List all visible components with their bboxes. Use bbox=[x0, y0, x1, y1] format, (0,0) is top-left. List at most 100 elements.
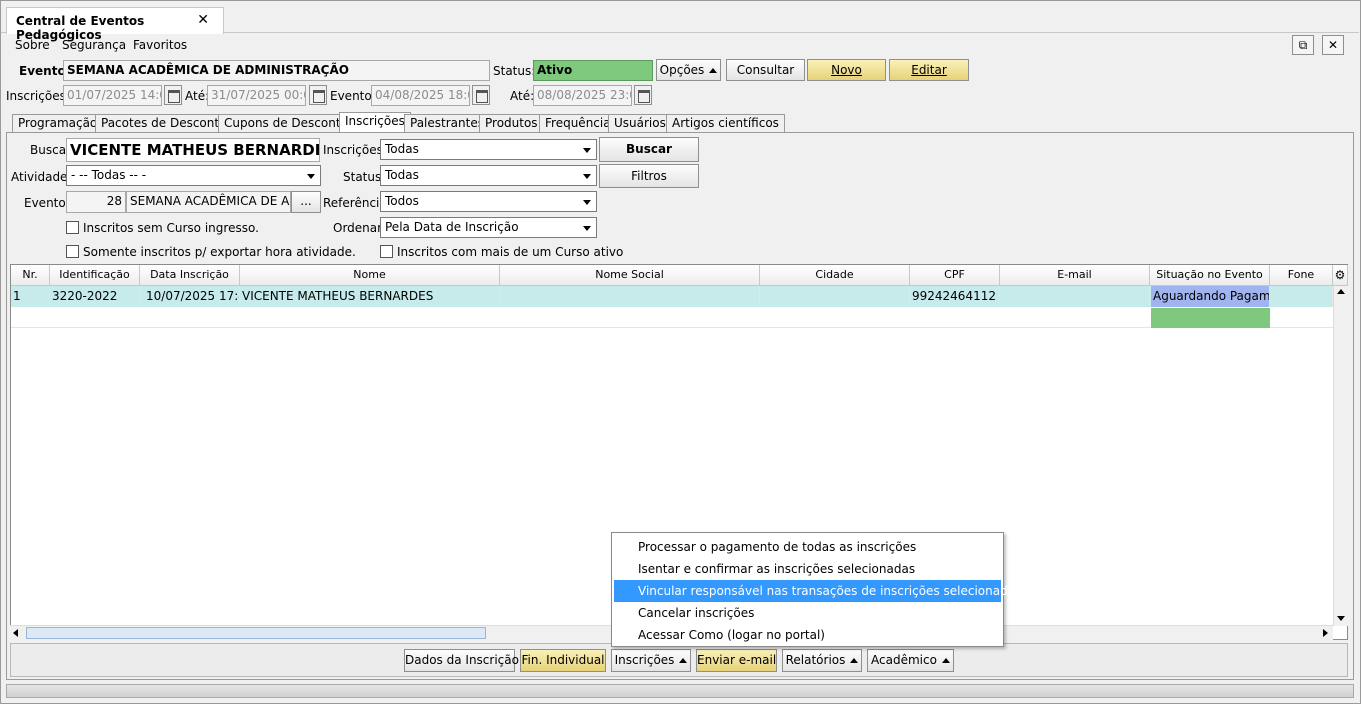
status-badge: Ativo bbox=[533, 60, 653, 81]
cell-email bbox=[1000, 286, 1150, 307]
col-nr[interactable]: Nr. bbox=[11, 265, 50, 286]
calendar-icon[interactable] bbox=[472, 85, 490, 105]
cell-nr: 1 bbox=[11, 286, 50, 307]
cell-identificacao: 3220-2022 bbox=[50, 286, 140, 307]
busca-input[interactable]: VICENTE MATHEUS BERNARDES bbox=[66, 138, 320, 162]
tab-palestrantes[interactable]: Palestrantes bbox=[404, 114, 490, 133]
ate-label: Até: bbox=[185, 89, 210, 103]
close-tab-icon[interactable]: ✕ bbox=[197, 12, 209, 28]
inscricoes-menu-button[interactable]: Inscrições bbox=[611, 649, 691, 672]
menu-item-cancelar[interactable]: Cancelar inscrições bbox=[614, 602, 1001, 624]
menu-item-isentar[interactable]: Isentar e confirmar as inscrições seleci… bbox=[614, 558, 1001, 580]
cell-nome: VICENTE MATHEUS BERNARDES bbox=[240, 286, 500, 307]
status-filter-label: Status: bbox=[343, 170, 386, 184]
inscricoes-select[interactable]: Todas bbox=[380, 139, 597, 160]
atividade-label: Atividade: bbox=[11, 170, 72, 184]
cell-fone bbox=[1270, 286, 1333, 307]
inscricoes-end-field[interactable]: 31/07/2025 00:00 bbox=[207, 85, 306, 106]
col-nome-social[interactable]: Nome Social bbox=[500, 265, 760, 286]
dados-inscricao-button[interactable]: Dados da Inscrição bbox=[404, 649, 519, 672]
col-fone[interactable]: Fone bbox=[1270, 265, 1333, 286]
tab-cupons-desconto[interactable]: Cupons de Desconto bbox=[218, 114, 354, 133]
referencia-select[interactable]: Todos bbox=[380, 191, 597, 212]
evento-name-filter-field[interactable]: SEMANA ACADÊMICA DE ADMINISTRAÇÃO bbox=[126, 191, 291, 213]
scroll-down-icon[interactable] bbox=[1337, 616, 1345, 621]
chevron-down-icon bbox=[583, 174, 591, 179]
filtros-button[interactable]: Filtros bbox=[599, 164, 699, 188]
tab-frequencia[interactable]: Frequência bbox=[539, 114, 617, 133]
status-select[interactable]: Todas bbox=[380, 165, 597, 186]
fin-individual-button[interactable]: Fin. Individual bbox=[520, 649, 606, 672]
gear-icon[interactable]: ⚙ bbox=[1333, 265, 1348, 286]
chk-exportar-label: Somente inscritos p/ exportar hora ativi… bbox=[83, 245, 356, 259]
inscricoes-menu-label: Inscrições bbox=[614, 653, 675, 667]
menu-seguranca[interactable]: Segurança bbox=[62, 38, 126, 52]
relatorios-label: Relatórios bbox=[785, 653, 846, 667]
menu-sobre[interactable]: Sobre bbox=[15, 38, 50, 52]
inscricoes-select-value: Todas bbox=[385, 142, 419, 156]
cell-situacao: Aguardando Pagam... bbox=[1151, 286, 1270, 307]
chevron-down-icon bbox=[583, 148, 591, 153]
calendar-icon[interactable] bbox=[164, 85, 182, 105]
ate-label: Até: bbox=[510, 89, 535, 103]
evento-end-field[interactable]: 08/08/2025 23:00 bbox=[533, 85, 632, 106]
evento-name-field: SEMANA ACADÊMICA DE ADMINISTRAÇÃO bbox=[63, 60, 490, 81]
scroll-right-icon[interactable] bbox=[1323, 629, 1328, 637]
menu-item-vincular[interactable]: Vincular responsável nas transações de i… bbox=[614, 580, 1021, 602]
close-window-icon[interactable]: ✕ bbox=[1322, 35, 1344, 55]
calendar-icon[interactable] bbox=[309, 85, 327, 105]
col-email[interactable]: E-mail bbox=[1000, 265, 1150, 286]
menu-item-acessar-como[interactable]: Acessar Como (logar no portal) bbox=[614, 624, 1001, 646]
inscricoes-period-label: Inscrições: bbox=[6, 89, 70, 103]
scroll-up-icon[interactable] bbox=[1337, 289, 1345, 294]
chk-exportar[interactable] bbox=[66, 245, 79, 258]
relatorios-button[interactable]: Relatórios bbox=[782, 649, 862, 672]
evento-filter-label: Evento: bbox=[24, 196, 70, 210]
evento-lookup-button[interactable]: ... bbox=[291, 191, 321, 213]
scroll-thumb[interactable] bbox=[26, 627, 486, 639]
col-situacao[interactable]: Situação no Evento bbox=[1150, 265, 1270, 286]
cell-nome-social bbox=[500, 286, 760, 307]
col-identificacao[interactable]: Identificação bbox=[50, 265, 140, 286]
col-cpf[interactable]: CPF bbox=[910, 265, 1000, 286]
tab-usuarios[interactable]: Usuários bbox=[608, 114, 672, 133]
chevron-down-icon bbox=[307, 174, 315, 179]
document-tab[interactable]: Central de Eventos Pedagógicos ✕ bbox=[6, 7, 224, 42]
academico-button[interactable]: Acadêmico bbox=[867, 649, 954, 672]
tab-programacao[interactable]: Programação bbox=[12, 114, 104, 133]
cell-data-inscricao: 10/07/2025 17:48 bbox=[144, 286, 240, 307]
referencia-select-value: Todos bbox=[385, 194, 419, 208]
tab-inscricoes[interactable]: Inscrições bbox=[339, 112, 411, 133]
tab-produtos[interactable]: Produtos bbox=[479, 114, 544, 133]
ordenar-select[interactable]: Pela Data de Inscrição bbox=[380, 217, 597, 238]
ordenar-select-value: Pela Data de Inscrição bbox=[385, 220, 519, 234]
opcoes-button[interactable]: Opções bbox=[656, 59, 721, 81]
chk-sem-curso[interactable] bbox=[66, 221, 79, 234]
evento-code-field[interactable]: 28 bbox=[66, 191, 126, 213]
scroll-left-icon[interactable] bbox=[13, 629, 18, 637]
col-cidade[interactable]: Cidade bbox=[760, 265, 910, 286]
buscar-button[interactable]: Buscar bbox=[599, 137, 699, 162]
atividade-select[interactable]: - -- Todas -- - bbox=[66, 165, 321, 186]
menu-item-processar[interactable]: Processar o pagamento de todas as inscri… bbox=[614, 536, 1001, 558]
menu-favoritos[interactable]: Favoritos bbox=[133, 38, 187, 52]
vertical-scrollbar[interactable] bbox=[1333, 286, 1348, 626]
total-row bbox=[11, 307, 1333, 328]
tab-pacotes-desconto[interactable]: Pacotes de Desconto bbox=[95, 114, 233, 133]
consultar-button[interactable]: Consultar bbox=[726, 59, 805, 81]
enviar-email-button[interactable]: Enviar e-mail bbox=[696, 649, 777, 672]
editar-button[interactable]: Editar bbox=[889, 59, 969, 81]
calendar-icon[interactable] bbox=[634, 85, 652, 105]
tab-artigos-cientificos[interactable]: Artigos científicos bbox=[666, 114, 785, 133]
inscricoes-start-field[interactable]: 01/07/2025 14:01 bbox=[63, 85, 162, 106]
external-window-icon[interactable]: ⧉ bbox=[1292, 35, 1314, 55]
col-data-inscricao[interactable]: Data Inscrição bbox=[140, 265, 240, 286]
chk-mais-curso[interactable] bbox=[380, 245, 393, 258]
inscricoes-context-menu: Processar o pagamento de todas as inscri… bbox=[611, 532, 1021, 647]
novo-button[interactable]: Novo bbox=[807, 59, 886, 81]
evento-start-field[interactable]: 04/08/2025 18:00 bbox=[371, 85, 470, 106]
status-select-value: Todas bbox=[385, 168, 419, 182]
col-nome[interactable]: Nome bbox=[240, 265, 500, 286]
inscricoes-filter-label: Inscrições: bbox=[323, 143, 387, 157]
caret-up-icon bbox=[679, 658, 688, 663]
